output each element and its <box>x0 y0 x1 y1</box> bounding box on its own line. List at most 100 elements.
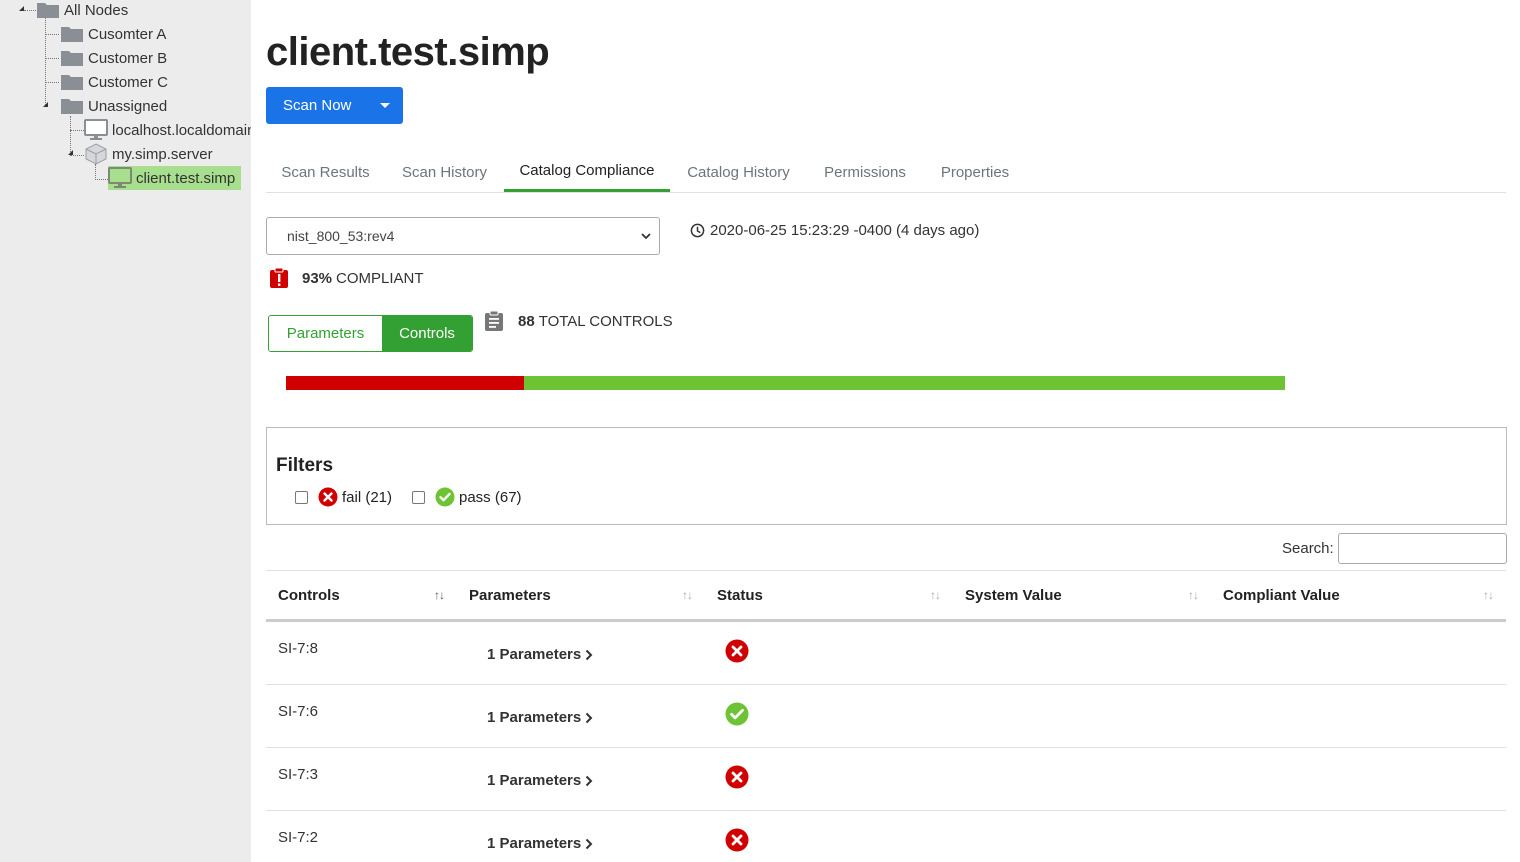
folder-icon <box>61 27 83 42</box>
last-scan-timestamp: 2020-06-25 15:23:29 -0400 (4 days ago) <box>690 220 979 240</box>
total-controls-count: 88 <box>518 312 535 330</box>
tree-node-localhost[interactable]: localhost.localdomain <box>84 118 251 142</box>
tree-node-simp-server[interactable]: my.simp.server <box>84 142 215 166</box>
filter-fail-checkbox[interactable] <box>295 490 308 504</box>
tree-node-all-nodes[interactable]: All Nodes <box>36 0 130 22</box>
tree-node-customer-a[interactable]: Cusomter A <box>60 22 168 46</box>
parameters-count: 1 Parameters <box>487 709 582 726</box>
sort-icon[interactable]: ↑↓ <box>1188 588 1199 602</box>
fail-x-icon <box>725 828 749 852</box>
sort-icon[interactable]: ↑↓ <box>682 588 693 602</box>
node-tree-sidebar: All Nodes Cusomter A Customer B Customer… <box>0 0 251 862</box>
filter-fail: fail (21) <box>295 487 392 507</box>
table-row: SI-7:3 1 Parameters <box>266 748 1506 811</box>
compliance-percent: 93% <box>302 269 333 287</box>
tree-node-label: Customer C <box>88 73 169 91</box>
parameters-expand-link[interactable]: 1 Parameters <box>487 709 593 726</box>
tree-node-unassigned[interactable]: Unassigned <box>60 94 169 118</box>
control-id: SI-7:3 <box>278 766 319 783</box>
column-header-controls[interactable]: Controls <box>278 587 340 604</box>
page-title: client.test.simp <box>266 30 550 74</box>
tree-connector <box>45 34 59 35</box>
pass-check-icon <box>435 487 455 507</box>
filter-pass-label: pass (67) <box>459 488 522 506</box>
tree-connector <box>24 10 36 11</box>
filter-pass: pass (67) <box>412 487 522 507</box>
pass-check-icon <box>725 702 749 726</box>
expand-toggle-icon[interactable] <box>43 102 48 107</box>
computer-icon <box>84 119 108 140</box>
folder-icon <box>37 3 59 18</box>
search-input[interactable] <box>1338 533 1507 564</box>
scan-now-split-button: Scan Now <box>266 87 403 124</box>
tab-catalog-compliance[interactable]: Catalog Compliance <box>504 152 670 192</box>
table-row: SI-7:6 1 Parameters <box>266 685 1506 748</box>
tab-catalog-history[interactable]: Catalog History <box>670 152 807 192</box>
scan-options-dropdown-button[interactable] <box>367 87 403 124</box>
folder-icon <box>61 51 83 66</box>
filter-pass-checkbox[interactable] <box>412 490 425 504</box>
fail-x-icon <box>318 487 338 507</box>
caret-down-icon <box>380 103 390 108</box>
sort-icon[interactable]: ↑↓ <box>1483 588 1494 602</box>
parameters-count: 1 Parameters <box>487 646 582 663</box>
chevron-right-icon <box>586 649 593 660</box>
controls-table: Controls ↑↓ Parameters ↑↓ Status ↑↓ Syst… <box>266 570 1506 862</box>
chevron-right-icon <box>586 775 593 786</box>
catalog-select-value: nist_800_53:rev4 <box>287 228 395 244</box>
total-controls-summary: 88 TOTAL CONTROLS <box>484 309 673 333</box>
parameters-expand-link[interactable]: 1 Parameters <box>487 835 593 852</box>
timestamp-text: 2020-06-25 15:23:29 -0400 (4 days ago) <box>710 221 980 239</box>
folder-icon <box>61 99 83 114</box>
computer-icon <box>108 167 132 188</box>
search-label: Search: <box>1282 540 1334 557</box>
toggle-parameters[interactable]: Parameters <box>269 316 382 351</box>
column-header-status[interactable]: Status <box>717 587 763 604</box>
catalog-select[interactable]: nist_800_53:rev4 <box>266 217 660 255</box>
toggle-controls[interactable]: Controls <box>382 316 472 351</box>
tab-properties[interactable]: Properties <box>923 152 1027 192</box>
table-row: SI-7:2 1 Parameters <box>266 811 1506 862</box>
node-tabs: Scan Results Scan History Catalog Compli… <box>266 152 1506 193</box>
tree-node-label: Unassigned <box>88 97 168 115</box>
column-header-compliant-value[interactable]: Compliant Value <box>1223 587 1340 604</box>
table-header: Controls ↑↓ Parameters ↑↓ Status ↑↓ Syst… <box>266 570 1506 622</box>
app-root: All Nodes Cusomter A Customer B Customer… <box>0 0 1520 862</box>
tree-connector <box>70 155 84 156</box>
filter-fail-label: fail (21) <box>342 488 393 506</box>
tab-scan-history[interactable]: Scan History <box>385 152 504 192</box>
parameters-expand-link[interactable]: 1 Parameters <box>487 646 593 663</box>
tree-node-client-selected[interactable]: client.test.simp <box>108 166 242 190</box>
filters-title: Filters <box>276 455 334 476</box>
column-header-system-value[interactable]: System Value <box>965 587 1062 604</box>
scan-now-button[interactable]: Scan Now <box>266 87 367 124</box>
tree-node-label: Customer B <box>88 49 168 67</box>
filters-panel: Filters fail (21) pass (67) <box>266 427 1507 525</box>
chevron-down-icon <box>641 233 651 240</box>
parameters-expand-link[interactable]: 1 Parameters <box>487 772 593 789</box>
expand-toggle-icon[interactable] <box>19 6 24 11</box>
tab-permissions[interactable]: Permissions <box>807 152 923 192</box>
table-row: SI-7:8 1 Parameters <box>266 622 1506 685</box>
view-toggle-group: Parameters Controls <box>268 315 473 352</box>
sort-icon[interactable]: ↑↓ <box>930 588 941 602</box>
sort-icon[interactable]: ↑↓ <box>434 588 445 602</box>
tab-scan-results[interactable]: Scan Results <box>266 152 385 192</box>
tree-connector <box>45 82 59 83</box>
control-id: SI-7:8 <box>278 640 319 657</box>
clock-icon <box>690 223 705 237</box>
expand-toggle-icon[interactable] <box>68 150 73 155</box>
progress-fail-segment <box>286 376 525 390</box>
total-controls-label: TOTAL CONTROLS <box>538 312 673 330</box>
alert-clipboard-icon <box>270 267 288 288</box>
compliance-progress-bar <box>286 376 1285 390</box>
parameters-count: 1 Parameters <box>487 835 582 852</box>
tree-node-label: All Nodes <box>64 1 129 19</box>
chevron-right-icon <box>586 712 593 723</box>
tree-node-customer-c[interactable]: Customer C <box>60 70 170 94</box>
tree-connector <box>45 58 59 59</box>
column-header-parameters[interactable]: Parameters <box>469 587 551 604</box>
tree-connector <box>45 12 46 107</box>
tree-node-customer-b[interactable]: Customer B <box>60 46 169 70</box>
control-id: SI-7:2 <box>278 829 319 846</box>
